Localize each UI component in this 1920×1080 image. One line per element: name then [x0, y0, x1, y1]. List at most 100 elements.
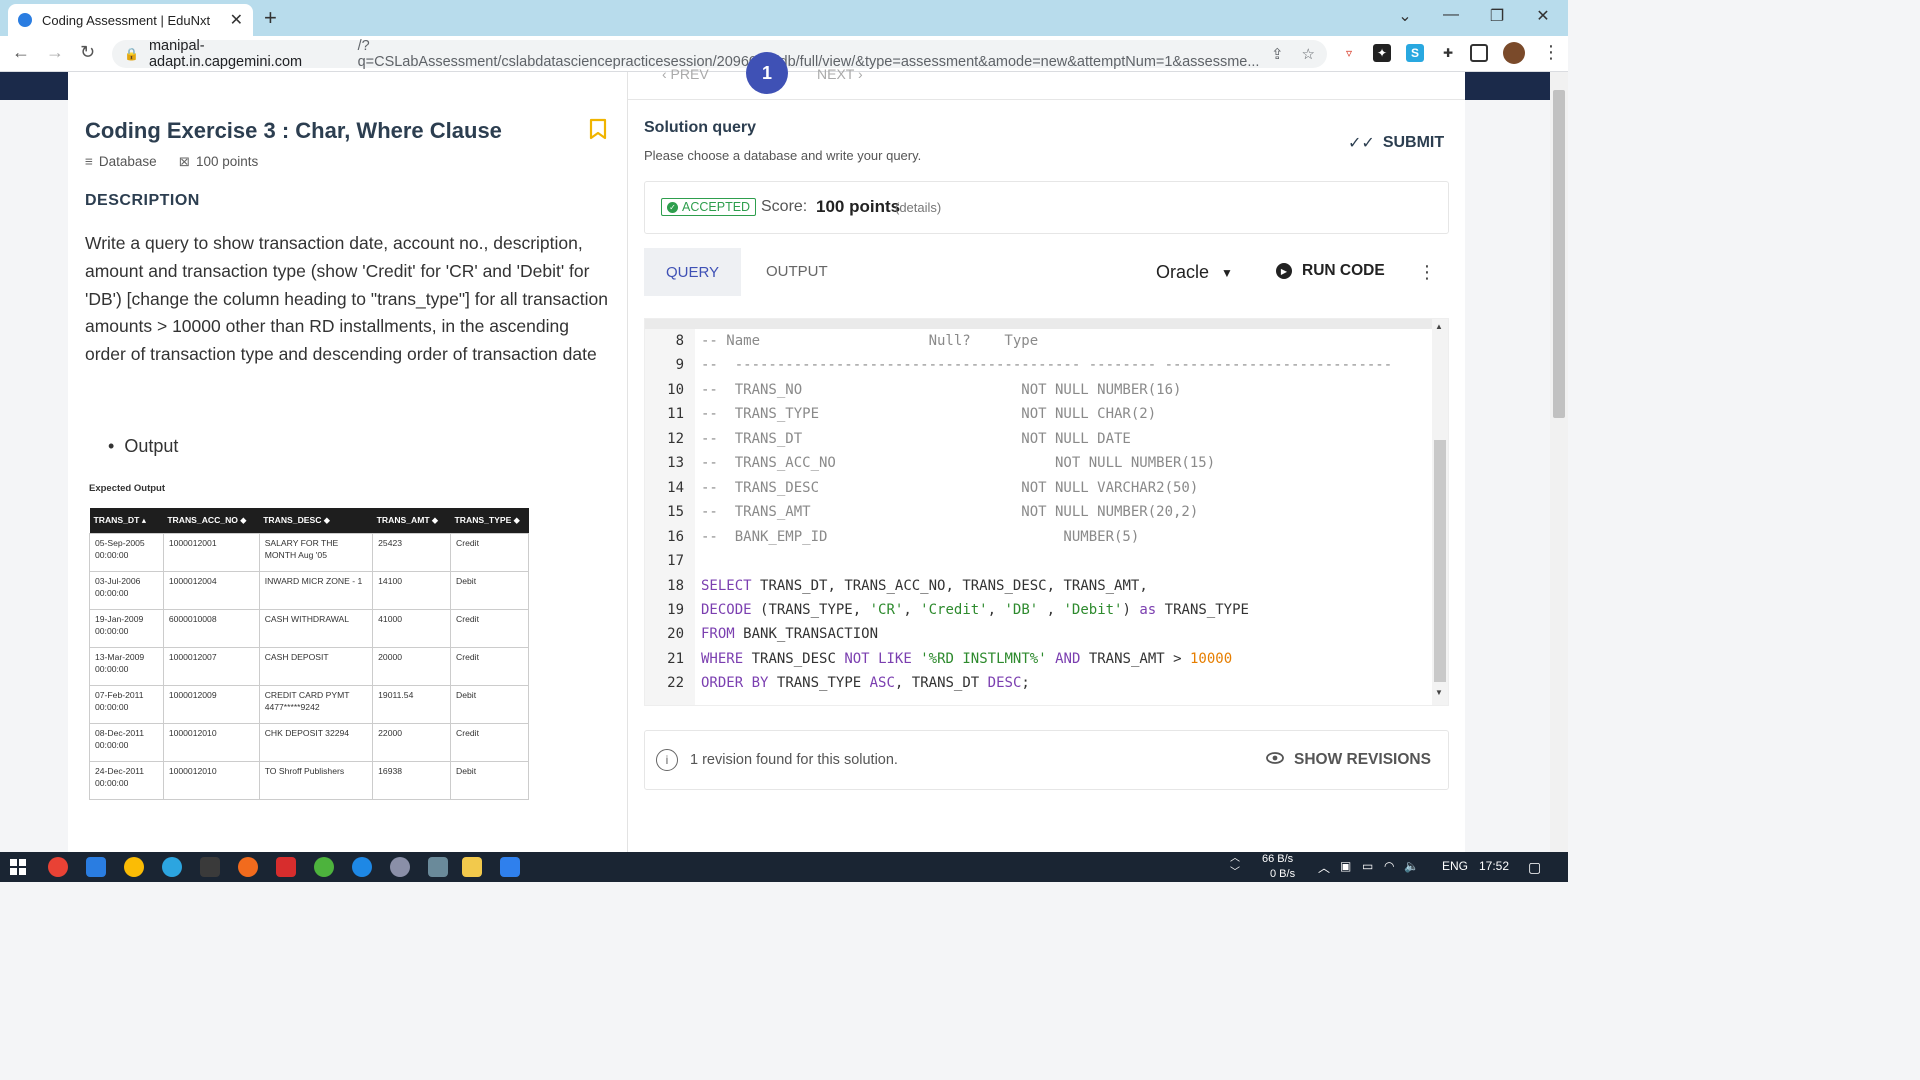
col-header-trans-type[interactable]: TRANS_TYPE ⬥ — [450, 508, 529, 533]
table-cell: 41000 — [372, 608, 452, 648]
mongodb-taskbar-icon[interactable] — [314, 857, 334, 877]
code-token: , — [1139, 577, 1148, 594]
more-options-icon[interactable]: ⋮ — [1418, 262, 1436, 283]
code-line[interactable]: -- TRANS_NO NOT NULL NUMBER(16) — [701, 382, 1181, 398]
telegram-taskbar-icon[interactable] — [162, 857, 182, 877]
code-line[interactable]: ORDER BY TRANS_TYPE ASC, TRANS_DT DESC; — [701, 675, 1030, 691]
editor-scroll-thumb[interactable] — [1434, 440, 1446, 682]
prev-button[interactable]: ‹ PREV — [662, 66, 709, 82]
bookmark-star-icon[interactable]: ☆ — [1302, 45, 1315, 63]
browser-tab[interactable]: Coding Assessment | EduNxt ✕ — [8, 4, 253, 36]
side-panel-icon[interactable] — [1470, 44, 1488, 62]
code-line[interactable]: -- TRANS_AMT NOT NULL NUMBER(20,2) — [701, 504, 1198, 520]
code-line[interactable]: -- TRANS_DT NOT NULL DATE — [701, 431, 1131, 447]
language-select[interactable]: Oracle ▼ — [1156, 262, 1233, 283]
photos-taskbar-icon[interactable] — [428, 857, 448, 877]
scroll-up-arrow-icon[interactable]: ▲ — [1435, 322, 1443, 331]
chrome-taskbar-icon[interactable] — [48, 857, 68, 877]
col-header-trans-amt[interactable]: TRANS_AMT ⬥ — [372, 508, 451, 533]
col-header-trans-dt[interactable]: TRANS_DT ▴ — [89, 508, 164, 533]
points-tag: ⊠ 100 points — [179, 154, 259, 170]
profile-avatar[interactable] — [1503, 42, 1525, 64]
file-explorer-taskbar-icon[interactable] — [462, 857, 482, 877]
net-up: 66 B/s — [1262, 853, 1294, 865]
code-line[interactable]: WHERE TRANS_DESC NOT LIKE '%RD INSTLMNT%… — [701, 651, 1232, 667]
tab-title: Coding Assessment | EduNxt — [42, 12, 211, 28]
code-token: TRANS_TYPE — [768, 601, 853, 618]
tab-output[interactable]: OUTPUT — [766, 263, 828, 280]
app2-taskbar-icon[interactable] — [390, 857, 410, 877]
windows-start-icon[interactable] — [10, 859, 26, 880]
p-app-taskbar-icon[interactable] — [276, 857, 296, 877]
browser-taskbar-icon[interactable] — [352, 857, 372, 877]
code-token: ; — [1021, 675, 1030, 692]
submit-button[interactable]: ✓✓ SUBMIT — [1348, 133, 1444, 153]
code-line[interactable]: SELECT TRANS_DT, TRANS_ACC_NO, TRANS_DES… — [701, 578, 1148, 594]
solution-title: Solution query — [644, 119, 756, 136]
minimize-icon[interactable]: — — [1436, 6, 1466, 24]
notifications-icon[interactable]: ▢ — [1528, 859, 1541, 876]
app-taskbar-icon[interactable] — [200, 857, 220, 877]
url-path: /?q=CSLabAssessment/cslabdatascienceprac… — [357, 38, 1260, 70]
code-token: , — [1046, 577, 1064, 594]
edunxt-favicon-icon — [18, 13, 32, 27]
bookmark-icon[interactable] — [588, 118, 608, 145]
language-indicator[interactable]: ENG — [1442, 859, 1468, 873]
browser-menu-icon[interactable]: ⋮ — [1542, 42, 1560, 63]
language-value: Oracle — [1156, 262, 1210, 282]
next-button[interactable]: NEXT › — [817, 66, 863, 82]
back-icon[interactable]: ← — [12, 42, 30, 63]
new-tab-icon[interactable]: + — [264, 5, 277, 31]
s-extension-icon[interactable]: S — [1406, 44, 1424, 62]
score-details-link[interactable]: (details) — [895, 200, 941, 215]
tab-search-icon[interactable]: ⌄ — [1390, 6, 1420, 26]
close-window-icon[interactable]: ✕ — [1528, 6, 1558, 26]
info-icon: i — [656, 749, 678, 771]
code-keyword: NOT — [844, 650, 870, 667]
restore-icon[interactable]: ❐ — [1482, 6, 1512, 26]
code-line[interactable]: FROM BANK_TRANSACTION — [701, 626, 878, 642]
extensions-puzzle-icon[interactable]: ✚ — [1439, 44, 1457, 62]
col-header-trans-acc-no[interactable]: TRANS_ACC_NO ⬥ — [163, 508, 260, 533]
code-line[interactable]: -- TRANS_DESC NOT NULL VARCHAR2(50) — [701, 480, 1198, 496]
close-tab-icon[interactable]: ✕ — [230, 10, 243, 30]
vscode-taskbar-icon[interactable] — [86, 857, 106, 877]
windows-taskbar — [0, 852, 1568, 882]
code-line[interactable]: -- TRANS_ACC_NO NOT NULL NUMBER(15) — [701, 455, 1215, 471]
score-label: Score: — [761, 198, 808, 215]
show-revisions-button[interactable]: SHOW REVISIONS — [1266, 751, 1431, 769]
points-icon: ⊠ — [178, 154, 190, 169]
address-bar[interactable]: 🔒 manipal-adapt.in.capgemini.com /?q=CSL… — [112, 38, 1327, 70]
share-icon[interactable]: ⇪ — [1271, 45, 1284, 63]
forward-icon[interactable]: → — [46, 42, 64, 63]
tab-query[interactable]: QUERY — [644, 248, 741, 296]
scroll-down-arrow-icon[interactable]: ▼ — [1435, 688, 1443, 697]
app3-taskbar-icon[interactable] — [500, 857, 520, 877]
battery-icon[interactable]: ▭ — [1362, 859, 1373, 873]
line-number: 17 — [667, 553, 684, 570]
col-header-trans-desc[interactable]: TRANS_DESC ⬥ — [259, 508, 373, 533]
run-code-button[interactable]: ▶ RUN CODE — [1276, 262, 1385, 280]
code-line[interactable]: -- TRANS_TYPE NOT NULL CHAR(2) — [701, 406, 1156, 422]
score-value: 100 points — [816, 197, 901, 216]
line-number: 13 — [667, 455, 684, 472]
show-hidden-icons-icon[interactable]: ︿ — [1318, 859, 1330, 876]
code-line[interactable]: -- Name Null? Type — [701, 333, 1038, 349]
page-scroll-thumb[interactable] — [1553, 90, 1565, 418]
code-string: 'CR' — [869, 601, 904, 618]
code-line[interactable]: -- BANK_EMP_ID NUMBER(5) — [701, 529, 1139, 545]
tray-app-icon[interactable]: ▣ — [1340, 859, 1351, 873]
extension-icon[interactable]: ✦ — [1373, 44, 1391, 62]
clock[interactable]: 17:52 — [1479, 859, 1509, 873]
wifi-icon[interactable]: ◠ — [1384, 859, 1394, 873]
volume-icon[interactable]: 🔈 — [1404, 859, 1419, 873]
postman-taskbar-icon[interactable] — [238, 857, 258, 877]
code-line[interactable]: DECODE (TRANS_TYPE, 'CR', 'Credit', 'DB'… — [701, 602, 1249, 618]
question-number-badge[interactable]: 1 — [746, 52, 788, 94]
code-line[interactable]: -- -------------------------------------… — [701, 357, 1392, 373]
chrome-active-taskbar-icon[interactable] — [124, 857, 144, 877]
pocket-extension-icon[interactable]: ▿ — [1340, 44, 1358, 62]
reload-icon[interactable]: ↻ — [80, 42, 95, 63]
